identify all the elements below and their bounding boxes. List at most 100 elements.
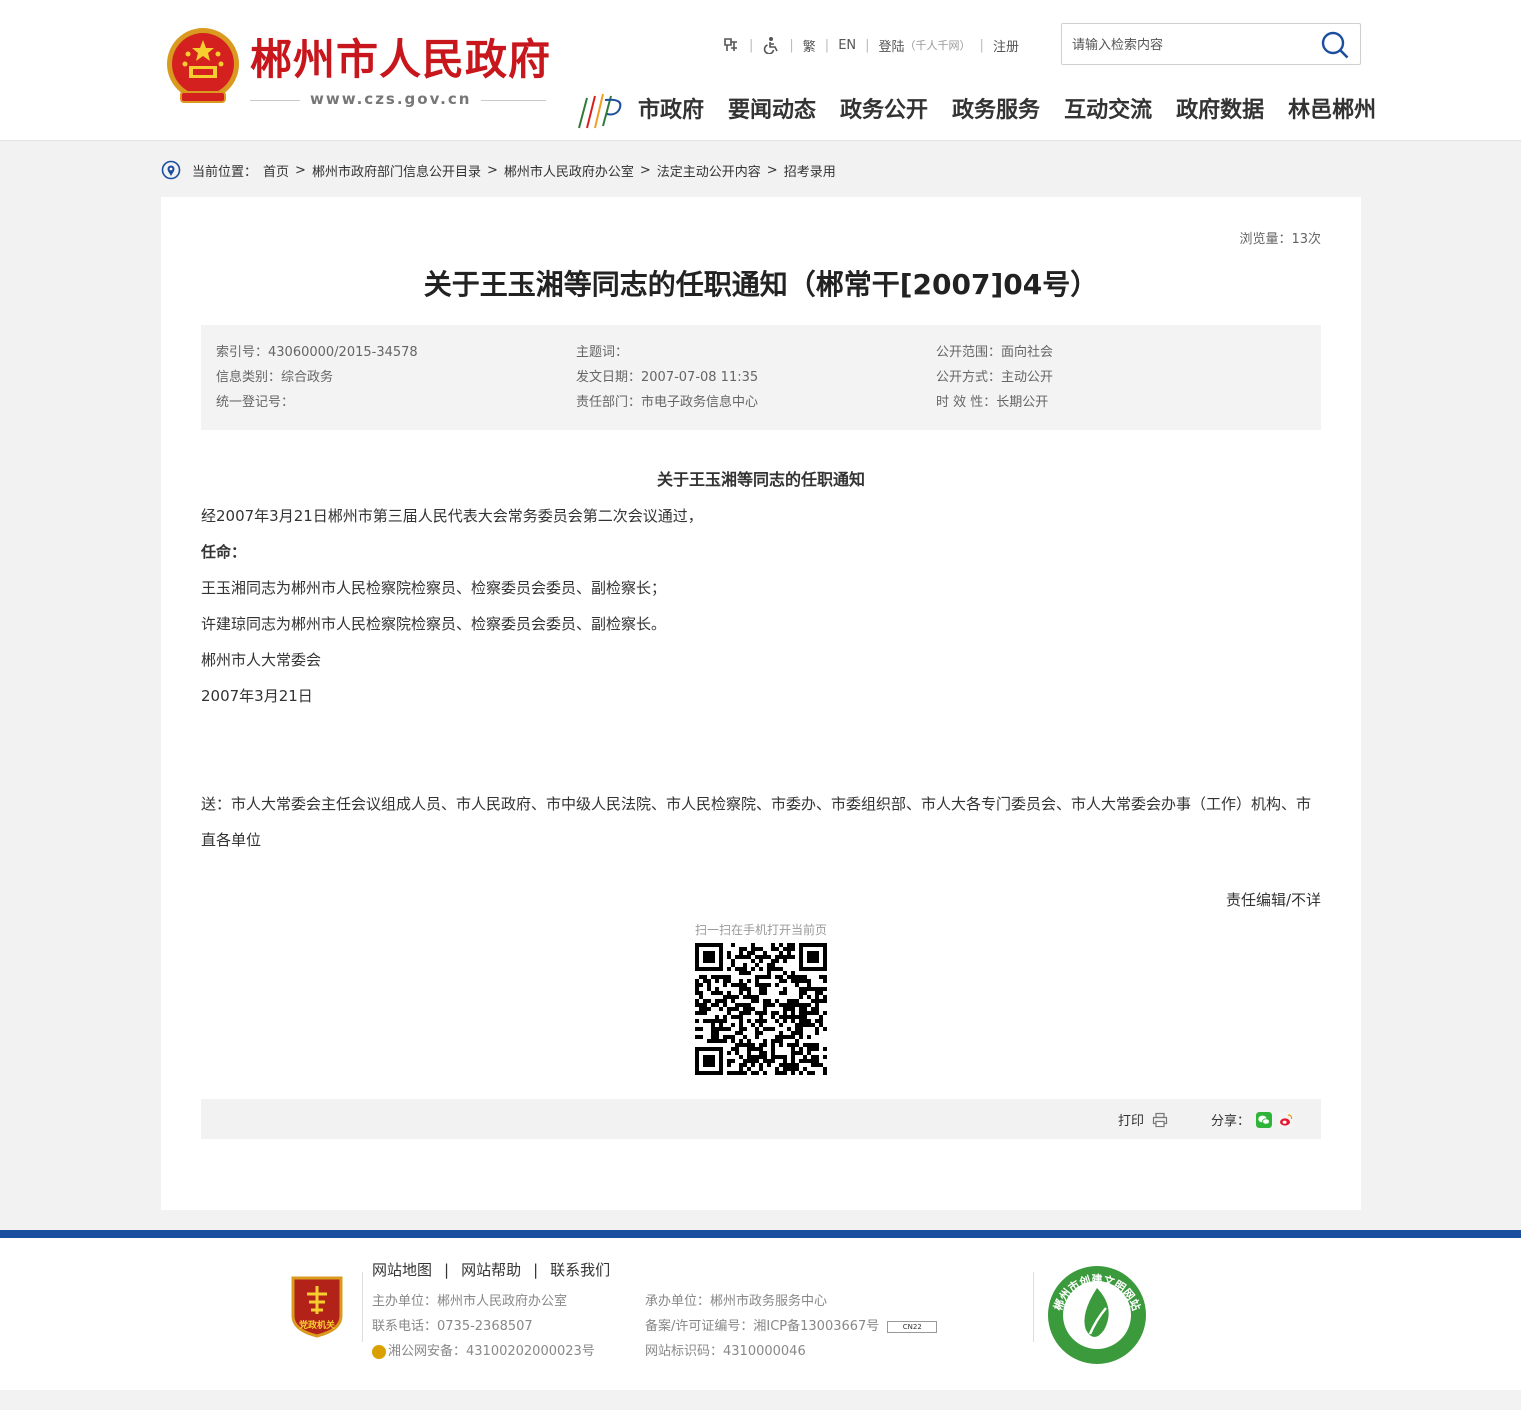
footer-divider	[362, 1272, 363, 1342]
search-icon[interactable]	[1320, 30, 1350, 60]
site-url: www.czs.gov.cn	[300, 90, 482, 108]
footer-info-right: 承办单位：郴州市政务服务中心 备案/许可证编号：湘ICP备13003667号 C…	[645, 1289, 938, 1364]
civilized-website-badge-icon[interactable]: 郴州市创建文明网站	[1046, 1264, 1148, 1366]
meta-method: 公开方式：主动公开	[936, 370, 1054, 385]
nav-item-gov-disclosure[interactable]: 政务公开	[840, 95, 928, 127]
wechat-icon[interactable]	[1256, 1111, 1273, 1128]
article-title: 关于王玉湘等同志的任职通知（郴常干[2007]04号）	[423, 268, 1099, 301]
nav-item-gov-data[interactable]: 政府数据	[1176, 95, 1264, 127]
police-badge-icon	[372, 1344, 386, 1359]
breadcrumb-recruitment[interactable]: 招考录用	[784, 161, 836, 180]
breadcrumb-separator: >	[639, 162, 651, 178]
breadcrumb-statutory-content[interactable]: 法定主动公开内容	[657, 161, 761, 180]
meta-date: 发文日期：2007-07-08 11:35	[576, 370, 759, 385]
nav-item-news[interactable]: 要闻动态	[728, 95, 816, 127]
search-input[interactable]	[1072, 34, 1312, 56]
meta-subject: 主题词：	[576, 345, 629, 360]
breadcrumb-office[interactable]: 郴州市人民政府办公室	[504, 161, 634, 180]
login-link[interactable]: 登陆	[879, 36, 905, 55]
breadcrumb-disclosure-catalog[interactable]: 郴州市政府部门信息公开目录	[312, 161, 481, 180]
badge-dz-text: 党政机关	[299, 1319, 335, 1331]
register-link[interactable]: 注册	[993, 36, 1019, 55]
paragraph: 任命：	[201, 543, 247, 561]
footer-host: 主办单位：郴州市人民政府办公室	[372, 1294, 568, 1309]
breadcrumb: 当前位置： 首页 > 郴州市政府部门信息公开目录 > 郴州市人民政府办公室 > …	[161, 159, 836, 181]
footer-divider	[1033, 1272, 1034, 1342]
party-government-badge-icon[interactable]: 党政机关	[289, 1274, 345, 1338]
top-links: | | 繁 | EN | 登陆 （千人千网） | 注册	[722, 34, 1019, 56]
separator: |	[444, 1261, 450, 1279]
login-sub-label: （千人千网）	[904, 39, 971, 52]
english-link[interactable]: EN	[838, 38, 856, 53]
meta-dept: 责任部门：市电子政务信息中心	[576, 395, 759, 410]
footer-links: 网站地图 | 网站帮助 | 联系我们	[372, 1260, 610, 1280]
nav-item-interaction[interactable]: 互动交流	[1064, 95, 1152, 127]
breadcrumb-label: 当前位置：	[192, 164, 258, 180]
paragraph: 王玉湘同志为郴州市人民检察院检察员、检察委员会委员、副检察长；	[201, 579, 667, 597]
nav-item-linyi-chenzhou[interactable]: 林邑郴州	[1288, 95, 1376, 127]
site-header: 郴州市人民政府 www.czs.gov.cn | | 繁 | EN | 登陆 （…	[0, 0, 1521, 141]
paragraph: 经2007年3月21日郴州市第三届人民代表大会常务委员会第二次会议通过，	[201, 507, 703, 525]
responsible-editor: 责任编辑/不详	[1225, 891, 1321, 909]
separator: |	[789, 37, 794, 53]
footer-link-help[interactable]: 网站帮助	[461, 1260, 521, 1280]
meta-validity: 时 效 性：长期公开	[936, 395, 1049, 410]
paragraph: 郴州市人大常委会	[201, 651, 322, 669]
breadcrumb-separator: >	[486, 162, 498, 178]
share-label: 分享：	[1211, 1114, 1251, 1129]
meta-reg-no: 统一登记号：	[216, 395, 295, 410]
search-box	[1061, 23, 1361, 65]
nav-item-city-government[interactable]: 市政府	[638, 95, 704, 127]
footer-police-row[interactable]: 湘公网安备：43100202000023号	[372, 1339, 595, 1364]
national-emblem-icon[interactable]	[163, 26, 243, 110]
separator: |	[533, 1261, 539, 1279]
article-subtitle: 关于王玉湘等同志的任职通知	[656, 470, 865, 489]
footer-police: 湘公网安备：43100202000023号	[388, 1344, 595, 1359]
footer-icp: 备案/许可证编号：湘ICP备13003667号	[645, 1319, 880, 1334]
breadcrumb-separator: >	[766, 162, 778, 178]
icp-badge-icon: CN22	[887, 1320, 938, 1333]
main-nav: 市政府 要闻动态 政务公开 政务服务 互动交流 政府数据 林邑郴州	[638, 95, 1376, 127]
paragraph: 2007年3月21日	[201, 687, 313, 705]
view-count: 浏览量：13次	[1239, 232, 1321, 247]
site-name[interactable]: 郴州市人民政府	[250, 34, 551, 86]
footer-accent-bar	[0, 1230, 1521, 1238]
print-button[interactable]: 打印	[1118, 1110, 1168, 1129]
separator: |	[824, 37, 830, 53]
print-label: 打印	[1118, 1114, 1145, 1129]
footer-info-left: 主办单位：郴州市人民政府办公室 联系电话：0735-2368507 湘公网安备：…	[372, 1289, 595, 1364]
meta-scope: 公开范围：面向社会	[936, 345, 1054, 360]
article-meta-table: 索引号：43060000/2015-34578 主题词： 公开范围：面向社会 信…	[201, 325, 1321, 430]
location-pin-icon	[161, 160, 181, 180]
footer-icp-row[interactable]: 备案/许可证编号：湘ICP备13003667号 CN22	[645, 1314, 938, 1339]
nav-item-gov-services[interactable]: 政务服务	[952, 95, 1040, 127]
share-bar: 打印 分享：	[201, 1099, 1321, 1139]
breadcrumb-home[interactable]: 首页	[263, 161, 289, 180]
footer-link-contact[interactable]: 联系我们	[550, 1260, 610, 1280]
site-footer: 党政机关 网站地图 | 网站帮助 | 联系我们 主办单位：郴州市人民政府办公室 …	[0, 1238, 1521, 1390]
article-card: 浏览量：13次 关于王玉湘等同志的任职通知（郴常干[2007]04号） 索引号：…	[161, 197, 1361, 1210]
footer-phone: 联系电话：0735-2368507	[372, 1319, 533, 1334]
printer-icon	[1152, 1112, 1168, 1127]
qr-code-icon	[695, 943, 827, 1075]
elder-mode-icon[interactable]	[722, 36, 740, 54]
recipients: 送：市人大常委会主任会议组成人员、市人民政府、市中级人民法院、市人民检察院、市委…	[201, 795, 1312, 849]
meta-category: 信息类别：综合政务	[216, 370, 334, 385]
separator: |	[749, 37, 754, 53]
traditional-chinese-link[interactable]: 繁	[803, 36, 816, 55]
footer-operator: 承办单位：郴州市政务服务中心	[645, 1294, 828, 1309]
nav-decoration-icon	[578, 93, 622, 129]
separator: |	[979, 37, 984, 53]
breadcrumb-separator: >	[295, 162, 306, 178]
weibo-icon[interactable]	[1278, 1111, 1295, 1128]
article-body: 关于王玉湘等同志的任职通知 经2007年3月21日郴州市第三届人民代表大会常务委…	[201, 462, 1321, 858]
footer-bottom-strip	[0, 1390, 1521, 1410]
qr-label: 扫一扫在手机打开当前页	[694, 923, 827, 937]
footer-site-code: 网站标识码：4310000046	[645, 1344, 806, 1359]
share-group: 分享：	[1211, 1110, 1295, 1129]
separator: |	[865, 37, 870, 53]
meta-index-no: 索引号：43060000/2015-34578	[216, 345, 418, 360]
accessibility-icon[interactable]	[762, 36, 780, 54]
paragraph: 许建琼同志为郴州市人民检察院检察员、检察委员会委员、副检察长。	[201, 615, 667, 633]
footer-link-sitemap[interactable]: 网站地图	[372, 1260, 432, 1280]
